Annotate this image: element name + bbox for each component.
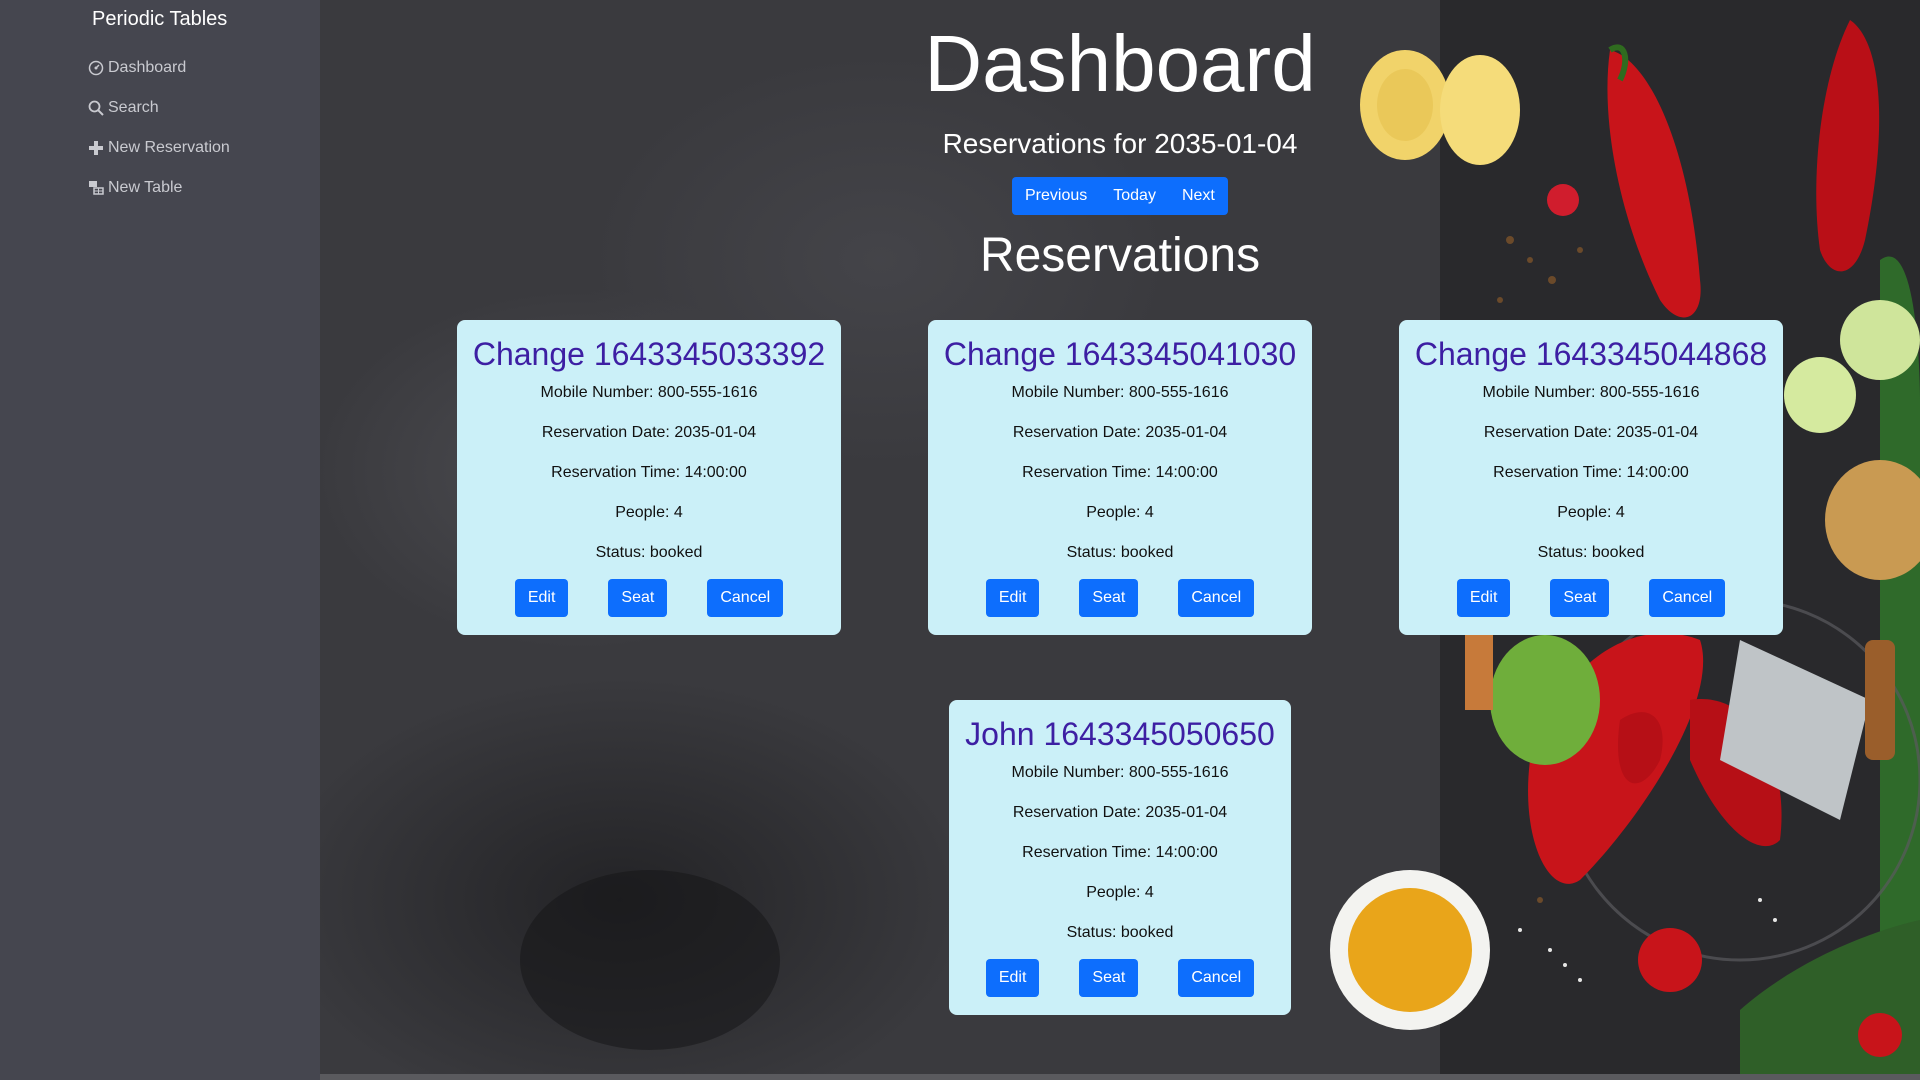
sidebar-item-search[interactable]: Search xyxy=(88,88,230,128)
sidebar-item-new-reservation[interactable]: New Reservation xyxy=(88,128,230,168)
seat-button[interactable]: Seat xyxy=(1079,959,1139,997)
reservation-name: John 1643345050650 xyxy=(965,716,1275,752)
reservation-time: Reservation Time: 14:00:00 xyxy=(551,464,747,481)
search-icon xyxy=(88,100,104,116)
reservation-card: Change 1643345033392 Mobile Number: 800-… xyxy=(457,320,841,635)
cancel-button[interactable]: Cancel xyxy=(1178,959,1255,997)
card-actions: Edit Seat Cancel xyxy=(457,579,841,617)
previous-day-button[interactable]: Previous xyxy=(1012,177,1101,215)
mobile-number: Mobile Number: 800-555-1616 xyxy=(540,384,758,401)
reservation-date: Reservation Date: 2035-01-04 xyxy=(541,424,757,441)
reservation-time: Reservation Time: 14:00:00 xyxy=(1022,844,1218,861)
people-count: People: 4 xyxy=(1086,504,1154,521)
reservation-time: Reservation Time: 14:00:00 xyxy=(1022,464,1218,481)
brand-title[interactable]: Periodic Tables xyxy=(92,8,227,31)
people-count: People: 4 xyxy=(1557,504,1625,521)
table-icon xyxy=(89,181,104,195)
reservation-card: John 1643345050650 Mobile Number: 800-55… xyxy=(949,700,1291,1015)
reservation-date: Reservation Date: 2035-01-04 xyxy=(1483,424,1699,441)
reservation-status: Status: booked xyxy=(595,544,703,561)
reservation-time: Reservation Time: 14:00:00 xyxy=(1493,464,1689,481)
sidebar-item-label: Search xyxy=(108,99,159,116)
sidebar-item-new-table[interactable]: New Table xyxy=(88,168,230,208)
sidebar-item-label: Dashboard xyxy=(108,59,187,76)
people-count: People: 4 xyxy=(615,504,683,521)
card-actions: Edit Seat Cancel xyxy=(1399,579,1783,617)
card-actions: Edit Seat Cancel xyxy=(928,579,1312,617)
reservation-card: Change 1643345044868 Mobile Number: 800-… xyxy=(1399,320,1783,635)
edit-button[interactable]: Edit xyxy=(985,579,1040,617)
reservation-status: Status: booked xyxy=(1537,544,1645,561)
reservation-card: Change 1643345041030 Mobile Number: 800-… xyxy=(928,320,1312,635)
date-navigation: Previous Today Next xyxy=(1012,177,1228,215)
cancel-button[interactable]: Cancel xyxy=(1649,579,1726,617)
dashboard-icon xyxy=(88,60,104,76)
seat-button[interactable]: Seat xyxy=(1079,579,1139,617)
edit-button[interactable]: Edit xyxy=(514,579,569,617)
sidebar-item-dashboard[interactable]: Dashboard xyxy=(88,48,230,88)
main-content: Dashboard Reservations for 2035-01-04 Pr… xyxy=(320,0,1920,1080)
edit-button[interactable]: Edit xyxy=(1456,579,1511,617)
sidebar: Periodic Tables Dashboard Search New Res… xyxy=(0,0,320,1080)
reservation-date: Reservation Date: 2035-01-04 xyxy=(1012,424,1228,441)
cancel-button[interactable]: Cancel xyxy=(1178,579,1255,617)
cancel-button[interactable]: Cancel xyxy=(707,579,784,617)
reservation-name: Change 1643345041030 xyxy=(943,336,1297,372)
mobile-number: Mobile Number: 800-555-1616 xyxy=(1011,764,1229,781)
mobile-number: Mobile Number: 800-555-1616 xyxy=(1482,384,1700,401)
page-title: Dashboard xyxy=(924,19,1316,108)
plus-icon xyxy=(89,141,103,155)
sidebar-item-label: New Table xyxy=(108,179,183,196)
today-button[interactable]: Today xyxy=(1100,177,1169,215)
seat-button[interactable]: Seat xyxy=(1550,579,1610,617)
sidebar-item-label: New Reservation xyxy=(108,139,230,156)
reservation-name: Change 1643345044868 xyxy=(1414,336,1768,372)
next-day-button[interactable]: Next xyxy=(1168,177,1228,215)
mobile-number: Mobile Number: 800-555-1616 xyxy=(1011,384,1229,401)
reservations-heading: Reservations xyxy=(979,229,1261,282)
reservation-status: Status: booked xyxy=(1066,924,1174,941)
sidebar-nav: Dashboard Search New Reservation New Tab… xyxy=(88,48,230,208)
people-count: People: 4 xyxy=(1086,884,1154,901)
reservation-name: Change 1643345033392 xyxy=(472,336,826,372)
edit-button[interactable]: Edit xyxy=(985,959,1040,997)
seat-button[interactable]: Seat xyxy=(608,579,668,617)
reservation-date: Reservation Date: 2035-01-04 xyxy=(1012,804,1228,821)
reservation-status: Status: booked xyxy=(1066,544,1174,561)
date-subtitle: Reservations for 2035-01-04 xyxy=(942,128,1298,159)
card-actions: Edit Seat Cancel xyxy=(949,959,1291,997)
